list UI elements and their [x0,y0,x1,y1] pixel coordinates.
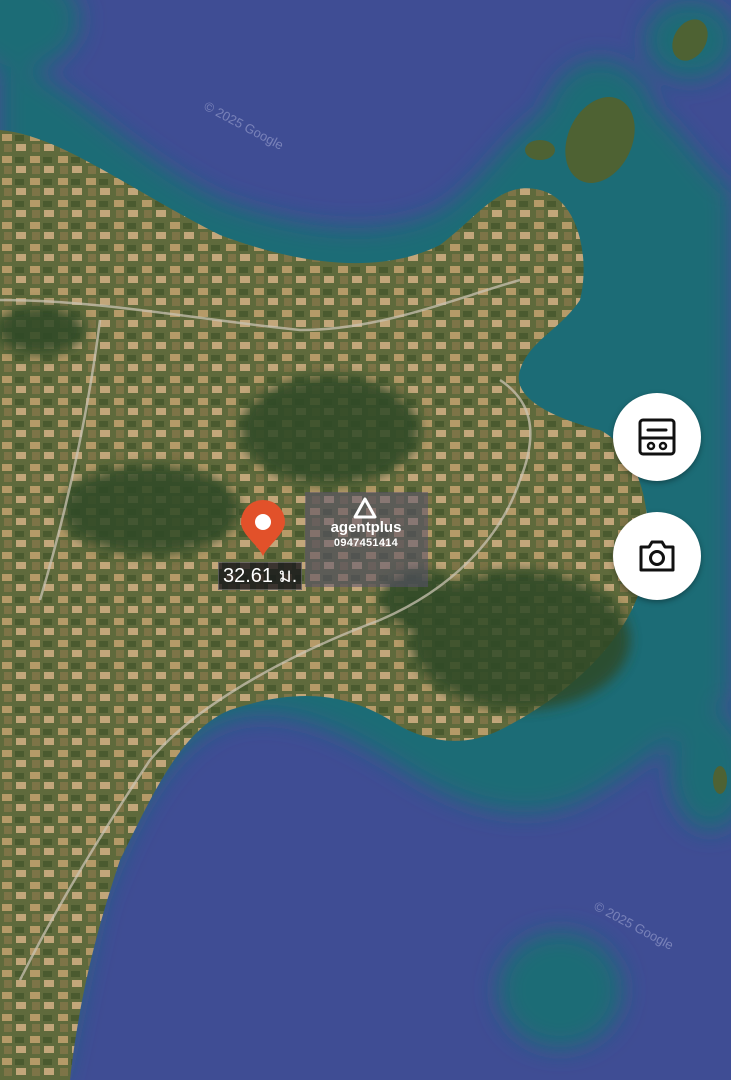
camera-button[interactable] [613,512,701,600]
pin-distance-label: 32.61 ม. [218,562,303,590]
storage-button[interactable] [613,393,701,481]
storage-box-icon [638,418,676,456]
camera-icon [639,540,675,572]
agentplus-logo-icon [353,497,377,519]
watermark-phone: 0947451414 [333,537,399,549]
watermark-name: agentplus [330,519,402,536]
location-pin[interactable] [237,500,289,558]
location-pin-icon [241,500,285,556]
